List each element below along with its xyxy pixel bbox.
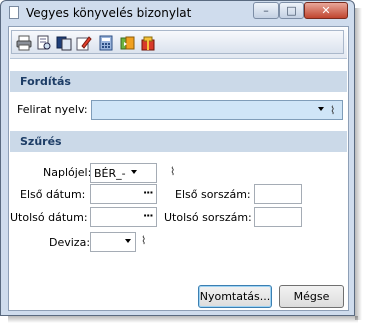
last-date-field[interactable]: ··· xyxy=(90,207,157,227)
printer-icon[interactable] xyxy=(16,35,32,51)
paperclip-icon[interactable]: ⌇ xyxy=(141,234,146,247)
title-bar[interactable]: Vegyes könyvelés bizonylat – □ ✕ xyxy=(1,1,354,25)
toolbar xyxy=(10,28,347,59)
minimize-button[interactable]: – xyxy=(253,2,279,19)
journal-value: BÉR_- xyxy=(94,167,126,180)
journal-label: Naplójel: xyxy=(43,166,92,179)
last-date-label: Utolsó dátum: xyxy=(10,211,88,224)
package-icon[interactable] xyxy=(140,35,156,51)
print-button[interactable]: Nyomtatás... xyxy=(198,285,272,308)
first-date-label: Első dátum: xyxy=(20,188,86,201)
currency-label: Deviza: xyxy=(49,236,91,249)
export-icon[interactable] xyxy=(120,35,136,51)
toolbar-strip xyxy=(11,30,344,54)
first-serial-label: Első sorszám: xyxy=(175,188,251,201)
translation-section-header: Fordítás xyxy=(10,71,347,92)
chevron-down-icon[interactable] xyxy=(131,170,137,174)
window-shadow xyxy=(8,316,358,323)
close-icon: ✕ xyxy=(321,4,331,17)
dialog-content: Fordítás Felirat nyelv: ⌇ Szűrés Naplóje… xyxy=(8,26,349,311)
copy-icon[interactable] xyxy=(56,35,72,51)
document-icon xyxy=(9,6,19,19)
chevron-down-icon[interactable] xyxy=(125,239,131,243)
print-preview-icon[interactable] xyxy=(36,35,52,51)
currency-select[interactable] xyxy=(90,232,136,252)
dialog-window: Vegyes könyvelés bizonylat – □ ✕ Fordítá… xyxy=(0,0,355,316)
caption-language-select[interactable]: ⌇ xyxy=(91,100,343,120)
last-serial-field[interactable] xyxy=(254,207,302,227)
maximize-button[interactable]: □ xyxy=(279,2,304,19)
last-serial-label: Utolsó sorszám: xyxy=(164,211,252,224)
first-date-field[interactable]: ··· xyxy=(90,184,157,204)
date-picker-icon[interactable]: ··· xyxy=(143,209,154,222)
window-shadow xyxy=(355,8,362,320)
filter-section-title: Szűrés xyxy=(20,135,62,148)
chevron-down-icon[interactable] xyxy=(318,107,324,111)
date-picker-icon[interactable]: ··· xyxy=(143,186,154,199)
minimize-icon: – xyxy=(263,4,269,17)
maximize-icon: □ xyxy=(286,4,297,17)
close-button[interactable]: ✕ xyxy=(304,2,348,19)
journal-select[interactable]: BÉR_- xyxy=(90,163,157,183)
caption-language-label: Felirat nyelv: xyxy=(17,103,88,116)
paperclip-icon[interactable]: ⌇ xyxy=(170,165,175,178)
paperclip-icon[interactable]: ⌇ xyxy=(330,104,335,117)
calculator-icon[interactable] xyxy=(98,35,114,51)
first-serial-field[interactable] xyxy=(254,184,302,204)
filter-section-header: Szűrés xyxy=(10,131,347,152)
window-title: Vegyes könyvelés bizonylat xyxy=(26,6,192,20)
cancel-button[interactable]: Mégse xyxy=(279,285,344,308)
edit-icon[interactable] xyxy=(76,35,92,51)
translation-section-title: Fordítás xyxy=(20,75,71,88)
